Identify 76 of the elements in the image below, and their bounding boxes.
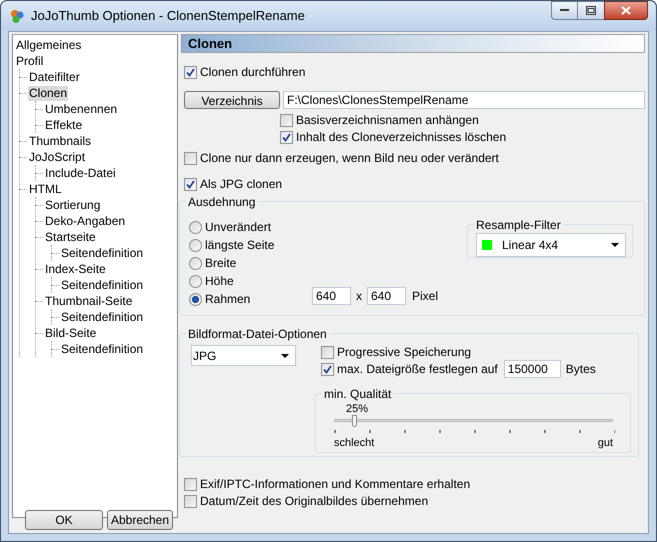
checkbox[interactable] — [321, 346, 334, 358]
checkbox[interactable] — [184, 478, 197, 490]
format-dropdown[interactable]: JPG — [191, 345, 296, 366]
slider[interactable] — [332, 415, 615, 427]
checkbox[interactable] — [184, 178, 197, 190]
tree-item[interactable]: Thumbnails — [28, 134, 92, 148]
checkbox[interactable] — [184, 494, 197, 508]
filter-dropdown[interactable]: Linear 4x4 — [476, 233, 626, 257]
page-header: Clonen — [181, 34, 645, 53]
slider-thumb[interactable] — [352, 415, 357, 427]
radio-label: längste Seite — [205, 237, 274, 254]
width-field[interactable]: 640 — [312, 287, 351, 305]
tree-item[interactable]: Include-Datei — [44, 166, 117, 180]
slider-reading: 25% — [346, 402, 368, 417]
maximize-icon — [586, 6, 596, 15]
tree-item[interactable]: Seitendefinition — [60, 342, 144, 356]
tree-item[interactable]: Dateifilter — [28, 70, 81, 84]
checkbox-label: max. Dateigröße festlegen auf — [337, 361, 498, 378]
checkbox[interactable] — [280, 130, 293, 144]
close-icon — [621, 6, 631, 15]
radio-label: Höhe — [205, 273, 234, 290]
minimize-icon — [560, 9, 569, 12]
tree-item[interactable]: Seitendefinition — [60, 278, 144, 292]
tree-item[interactable]: Index-Seite — [44, 262, 107, 276]
max-label: gut — [598, 436, 613, 451]
tree-item[interactable]: Bild-Seite — [44, 326, 98, 340]
radio-label: Rahmen — [205, 291, 250, 308]
separator-text: x — [356, 288, 362, 305]
unit-label: Pixel — [412, 288, 438, 305]
minimize-button[interactable] — [551, 1, 578, 20]
tree-item[interactable]: Profil — [15, 54, 44, 68]
size-field[interactable]: 150000 — [504, 360, 561, 378]
checkbox[interactable] — [321, 362, 334, 376]
cancel-button[interactable]: Abbrechen — [107, 510, 173, 530]
checkbox-label: Clone nur dann erzeugen, wenn Bild neu oder verändert — [200, 150, 499, 167]
radio-button[interactable] — [189, 256, 202, 270]
caret-icon — [611, 243, 619, 247]
tree-item[interactable]: Effekte — [44, 118, 84, 132]
checkbox-label: Basisverzeichnisnamen anhängen — [296, 112, 479, 129]
checkbox[interactable] — [184, 152, 197, 164]
maximize-button[interactable] — [578, 1, 604, 20]
checkbox[interactable] — [280, 114, 293, 126]
ok-button[interactable]: OK — [25, 510, 103, 530]
checkbox-label: Inhalt des Cloneverzeichnisses löschen — [296, 129, 506, 146]
tree-item[interactable]: JoJoScript — [28, 150, 86, 164]
checkbox-label: Clonen durchführen — [200, 64, 306, 81]
checkbox[interactable] — [184, 66, 197, 78]
close-button[interactable] — [604, 1, 648, 20]
radio-label: Unverändert — [205, 219, 272, 236]
checkbox-label: Datum/Zeit des Originalbildes übernehmen — [200, 493, 428, 510]
tree-item[interactable]: Deko-Angaben — [44, 214, 126, 228]
caret-icon — [281, 354, 289, 358]
checkbox-label: Als JPG clonen — [200, 176, 282, 193]
tree-item[interactable]: Umbenennen — [44, 102, 118, 116]
tree-item[interactable]: Sortierung — [44, 198, 102, 212]
tree-item[interactable]: Seitendefinition — [60, 310, 144, 324]
height-field[interactable]: 640 — [367, 287, 406, 305]
tree-item[interactable]: Startseite — [44, 230, 97, 244]
app-icon — [9, 8, 25, 24]
radio-button[interactable] — [189, 220, 202, 234]
tree-item[interactable]: Clonen — [28, 86, 68, 100]
tree-item[interactable]: HTML — [28, 182, 63, 196]
checkbox-label: Progressive Speicherung — [337, 344, 472, 361]
window-title: JoJoThumb Optionen - ClonenStempelRename — [31, 7, 305, 26]
checkbox-label: Exif/IPTC-Informationen und Kommentare erhalten — [200, 476, 470, 493]
min-label: schlecht — [334, 436, 374, 451]
path-field[interactable]: F:\Clones\ClonesStempelRename — [283, 91, 645, 109]
tree-item[interactable]: Thumbnail-Seite — [44, 294, 134, 308]
tree-item[interactable]: Allgemeines — [15, 38, 82, 52]
radio-button[interactable] — [189, 292, 202, 306]
radio-label: Breite — [205, 255, 236, 272]
unit-label: Bytes — [566, 361, 596, 378]
radio-button[interactable] — [189, 238, 202, 252]
tree-item[interactable]: Seitendefinition — [60, 246, 144, 260]
radio-button[interactable] — [189, 274, 202, 288]
directory-button[interactable]: Verzeichnis — [184, 91, 280, 109]
